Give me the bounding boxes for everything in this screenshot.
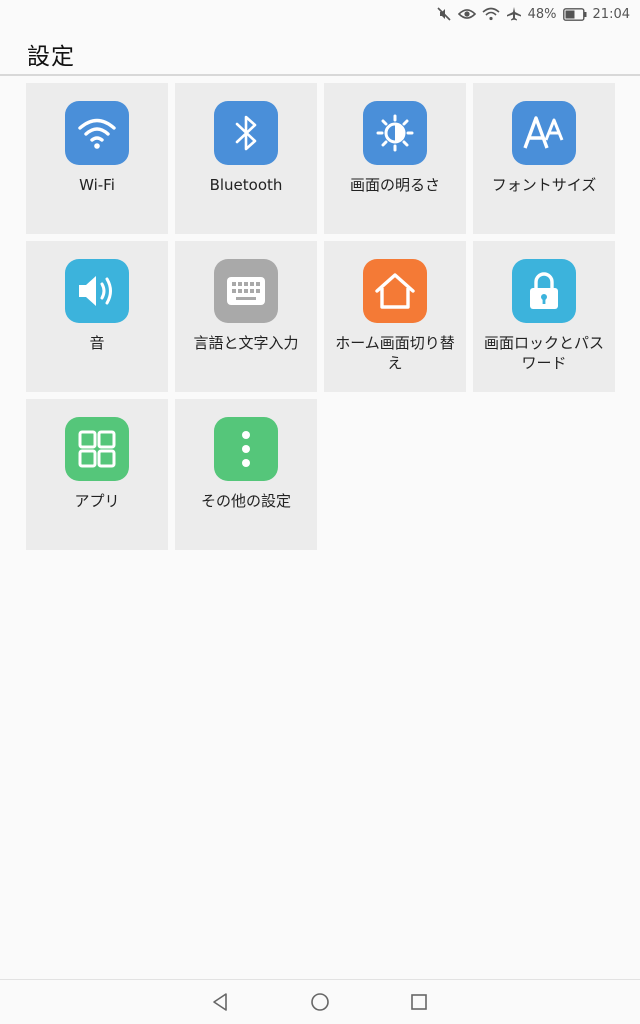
tile-label: ホーム画面切り替え: [335, 334, 455, 372]
tile-label: アプリ: [74, 492, 120, 510]
tile-sound[interactable]: 音: [26, 241, 168, 392]
lock-icon: [512, 259, 576, 323]
airplane-icon: [506, 6, 522, 22]
tile-font-size[interactable]: フォントサイズ: [473, 83, 615, 234]
navigation-bar: [0, 979, 640, 1024]
wifi-icon: [65, 101, 129, 165]
title-bar: 設定: [0, 28, 640, 76]
keyboard-icon: [214, 259, 278, 323]
recents-icon[interactable]: [407, 990, 431, 1014]
home-circle-icon[interactable]: [308, 990, 332, 1014]
mute-icon: [436, 6, 452, 22]
more-vertical-icon: [214, 417, 278, 481]
tile-language-input[interactable]: 言語と文字入力: [175, 241, 317, 392]
clock: 21:04: [592, 6, 630, 22]
tile-label: 画面の明るさ: [349, 176, 440, 194]
tile-home-switch[interactable]: ホーム画面切り替え: [324, 241, 466, 392]
settings-grid: Wi-Fi Bluetooth 画面の明るさ フォントサイズ 音 言語と文字入力…: [26, 83, 615, 550]
font-size-icon: [512, 101, 576, 165]
wifi-icon: [482, 7, 500, 21]
tile-screen-lock[interactable]: 画面ロックとパスワード: [473, 241, 615, 392]
apps-grid-icon: [65, 417, 129, 481]
tile-apps[interactable]: アプリ: [26, 399, 168, 550]
tile-other-settings[interactable]: その他の設定: [175, 399, 317, 550]
status-bar: 48% 21:04: [0, 0, 640, 28]
tile-label: Wi-Fi: [79, 176, 115, 194]
speaker-icon: [65, 259, 129, 323]
tile-bluetooth[interactable]: Bluetooth: [175, 83, 317, 234]
brightness-icon: [363, 101, 427, 165]
tile-label: フォントサイズ: [491, 176, 597, 194]
tile-brightness[interactable]: 画面の明るさ: [324, 83, 466, 234]
eye-comfort-icon: [457, 7, 476, 21]
battery-percent: 48%: [527, 6, 557, 22]
home-icon: [363, 259, 427, 323]
tile-label: 言語と文字入力: [193, 334, 299, 352]
tile-label: その他の設定: [200, 492, 291, 510]
tile-wifi[interactable]: Wi-Fi: [26, 83, 168, 234]
back-icon[interactable]: [208, 990, 232, 1014]
tile-label: 音: [89, 334, 105, 352]
battery-icon: [562, 7, 587, 21]
bluetooth-icon: [214, 101, 278, 165]
tile-label: 画面ロックとパスワード: [483, 334, 604, 372]
page-title: 設定: [27, 44, 75, 70]
tile-label: Bluetooth: [209, 176, 283, 194]
